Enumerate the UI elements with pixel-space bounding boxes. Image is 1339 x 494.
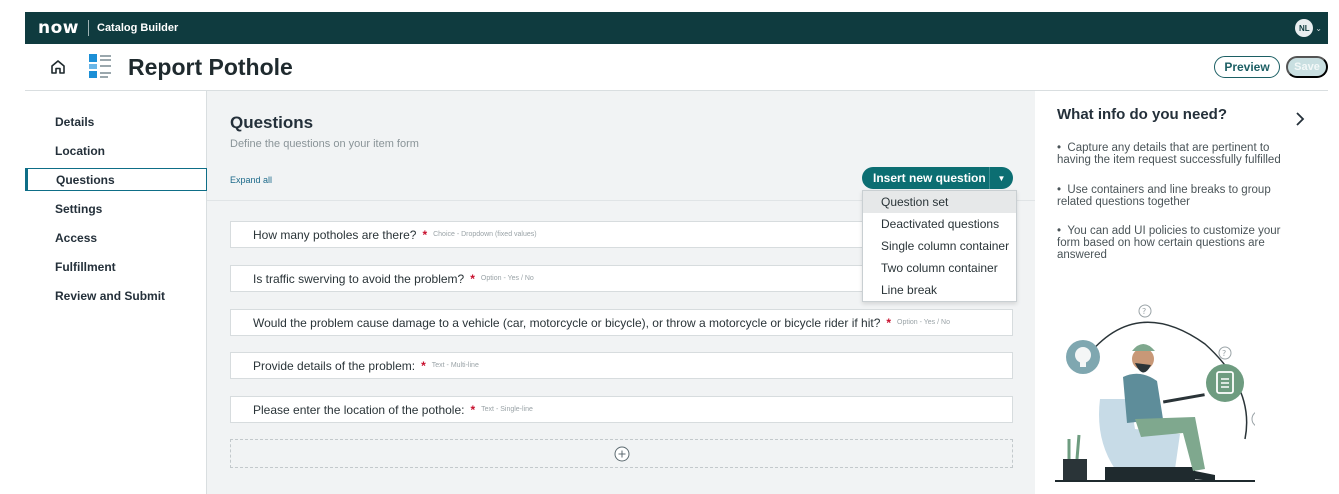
svg-text:?: ? [1142, 307, 1146, 316]
required-marker: * [470, 402, 476, 417]
sidebar-item-settings[interactable]: Settings [25, 197, 207, 220]
menu-item-two-column-container[interactable]: Two column container [863, 257, 1016, 279]
chevron-down-icon[interactable]: ⌄ [1315, 24, 1322, 33]
sidebar-item-details[interactable]: Details [25, 110, 207, 133]
required-marker: * [886, 315, 892, 330]
sidebar: Details Location Questions Settings Acce… [25, 91, 207, 494]
section-title: Questions [230, 113, 314, 132]
menu-item-line-break[interactable]: Line break [863, 279, 1016, 301]
now-logo[interactable]: now [38, 18, 79, 38]
person-with-laptop-illustration: ? ? [1055, 304, 1255, 482]
menu-item-question-set[interactable]: Question set [863, 191, 1016, 213]
question-type: Choice - Dropdown (fixed values) [433, 231, 537, 238]
question-text: Is traffic swerving to avoid the problem… [253, 271, 465, 286]
question-text: Would the problem cause damage to a vehi… [253, 315, 881, 330]
caret-down-icon[interactable]: ▼ [990, 174, 1013, 183]
question-row[interactable]: Would the problem cause damage to a vehi… [230, 309, 1013, 336]
add-question-area[interactable] [230, 439, 1013, 468]
insert-question-dropdown: Question set Deactivated questions Singl… [862, 190, 1017, 302]
insert-new-question-label[interactable]: Insert new question [862, 171, 989, 185]
sidebar-item-fulfillment[interactable]: Fulfillment [25, 255, 207, 278]
help-panel-title: What info do you need? [1057, 106, 1227, 123]
user-menu[interactable]: NL ⌄ [1295, 19, 1322, 37]
sidebar-item-location[interactable]: Location [25, 139, 207, 162]
catalog-item-icon [89, 54, 111, 78]
help-tip: • You can add UI policies to customize y… [1057, 225, 1281, 261]
required-marker: * [470, 271, 475, 286]
save-button[interactable]: Save [1286, 56, 1328, 78]
help-tip: • Use containers and line breaks to grou… [1057, 184, 1271, 208]
sidebar-item-review-and-submit[interactable]: Review and Submit [25, 284, 207, 307]
question-row[interactable]: Please enter the location of the pothole… [230, 396, 1013, 423]
help-tip-text: Capture any details that are pertinent t… [1057, 142, 1281, 166]
menu-item-single-column-container[interactable]: Single column container [863, 235, 1016, 257]
chevron-right-icon[interactable] [1293, 111, 1307, 127]
question-type: Text - Multi-line [431, 362, 479, 369]
required-marker: * [422, 227, 428, 242]
question-type: Option - Yes / No [480, 275, 534, 282]
page-title: Report Pothole [128, 54, 293, 80]
question-type: Option - Yes / No [897, 319, 950, 326]
section-subtitle: Define the questions on your item form [230, 138, 419, 150]
help-tip-text: Use containers and line breaks to group … [1057, 184, 1271, 208]
insert-new-question-button[interactable]: Insert new question ▼ [862, 167, 1013, 189]
help-tip-text: You can add UI policies to customize you… [1057, 225, 1281, 261]
required-marker: * [421, 358, 426, 373]
question-text: How many potholes are there? [253, 227, 417, 242]
sidebar-item-access[interactable]: Access [25, 226, 207, 249]
home-icon[interactable] [49, 58, 67, 76]
questions-header: Questions Define the questions on your i… [207, 91, 1035, 201]
plus-circle-icon[interactable] [614, 446, 630, 462]
logo-divider [88, 20, 89, 36]
question-text: Please enter the location of the pothole… [253, 402, 465, 417]
svg-text:?: ? [1222, 349, 1226, 358]
preview-button[interactable]: Preview [1214, 56, 1280, 78]
help-tip: • Capture any details that are pertinent… [1057, 142, 1281, 166]
top-navigation-bar: now Catalog Builder NL ⌄ [25, 12, 1328, 44]
page-header: Report Pothole Preview Save [25, 44, 1328, 91]
sidebar-item-questions[interactable]: Questions [25, 168, 207, 191]
question-row[interactable]: Provide details of the problem: * Text -… [230, 352, 1013, 379]
question-text: Provide details of the problem: [253, 358, 416, 373]
menu-item-deactivated-questions[interactable]: Deactivated questions [863, 213, 1016, 235]
expand-all-link[interactable]: Expand all [230, 175, 272, 185]
question-type: Text - Single-line [481, 406, 533, 413]
user-avatar[interactable]: NL [1295, 19, 1314, 37]
app-name: Catalog Builder [97, 22, 179, 34]
help-panel: What info do you need? • Capture any det… [1035, 91, 1328, 494]
